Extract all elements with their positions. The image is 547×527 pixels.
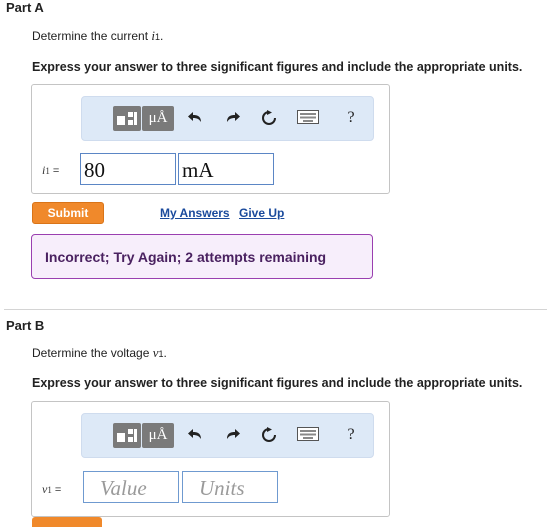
answer-subscript: 1 [47, 485, 52, 495]
units-icon[interactable]: μÅ [142, 423, 174, 448]
prompt-text: Determine the voltage [32, 346, 150, 360]
answer-variable-label: i1 = [42, 163, 59, 178]
help-icon[interactable]: ? [340, 425, 362, 445]
submit-button[interactable]: Submit [32, 202, 104, 224]
undo-icon[interactable] [185, 108, 207, 128]
answer-variable-label: v1 = [42, 482, 61, 497]
feedback-message: Incorrect; Try Again; 2 attempts remaini… [31, 234, 373, 279]
part-a-answer-box: μÅ ? i1 = 80 mA [31, 84, 390, 194]
keyboard-icon[interactable] [295, 108, 321, 128]
prompt-period: . [163, 346, 167, 360]
reset-icon[interactable] [258, 425, 280, 445]
part-a-instruction: Express your answer to three significant… [32, 60, 523, 74]
keyboard-icon[interactable] [295, 425, 321, 445]
templates-icon[interactable] [113, 106, 141, 131]
part-b-instruction: Express your answer to three significant… [32, 376, 523, 390]
give-up-link[interactable]: Give Up [239, 206, 284, 220]
part-b-submit-button[interactable] [32, 517, 102, 527]
part-b-title: Part B [6, 318, 45, 333]
part-b-toolbar: μÅ ? [81, 413, 374, 458]
value-input[interactable]: 80 [80, 153, 176, 185]
part-b-prompt: Determine the voltage v1. [32, 345, 167, 361]
part-a-toolbar: μÅ ? [81, 96, 374, 141]
prompt-text: Determine the current [32, 29, 149, 43]
undo-icon[interactable] [185, 425, 207, 445]
my-answers-link[interactable]: My Answers [160, 206, 230, 220]
units-icon[interactable]: μÅ [142, 106, 174, 131]
reset-icon[interactable] [258, 108, 280, 128]
answer-subscript: 1 [45, 166, 50, 176]
part-a-title: Part A [6, 0, 44, 15]
part-b-answer-box: μÅ ? v1 = Value Units [31, 401, 390, 517]
redo-icon[interactable] [221, 108, 243, 128]
value-input[interactable]: Value [83, 471, 179, 503]
section-divider [4, 309, 547, 310]
units-input[interactable]: mA [178, 153, 274, 185]
templates-icon[interactable] [113, 423, 141, 448]
help-icon[interactable]: ? [340, 108, 362, 128]
units-input[interactable]: Units [182, 471, 278, 503]
redo-icon[interactable] [221, 425, 243, 445]
prompt-period: . [160, 29, 164, 43]
part-a-prompt: Determine the current i1. [32, 28, 163, 44]
equals-sign: = [54, 484, 62, 496]
equals-sign: = [52, 165, 60, 177]
